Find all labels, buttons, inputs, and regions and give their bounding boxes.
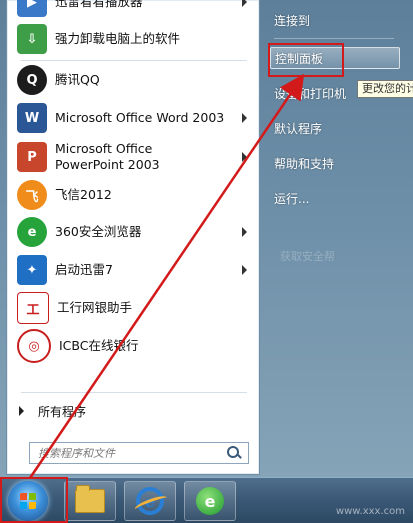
program-label: 强力卸载电脑上的软件 bbox=[55, 31, 181, 46]
program-item-icbc-helper[interactable]: 工 工行网银助手 bbox=[11, 291, 255, 325]
program-label: 迅雷看看播放器 bbox=[55, 0, 143, 9]
program-item-qq[interactable]: Q 腾讯QQ bbox=[11, 63, 255, 97]
annotation-box-start-button bbox=[0, 477, 68, 523]
program-label: 飞信2012 bbox=[55, 187, 112, 202]
submenu-arrow-icon bbox=[242, 0, 247, 7]
powerpoint-icon: P bbox=[17, 142, 47, 172]
program-item-uninstall[interactable]: ⇩ 强力卸载电脑上的软件 bbox=[11, 22, 255, 56]
icbc-helper-icon: 工 bbox=[17, 292, 49, 324]
program-item-360-browser[interactable]: e 360安全浏览器 bbox=[11, 215, 255, 249]
all-programs-label: 所有程序 bbox=[38, 404, 87, 419]
program-label: 360安全浏览器 bbox=[55, 224, 142, 239]
program-label: 腾讯QQ bbox=[55, 72, 100, 87]
right-item-label: 连接到 bbox=[274, 13, 311, 28]
thunder-icon: ✦ bbox=[17, 255, 47, 285]
program-label: 工行网银助手 bbox=[57, 300, 133, 315]
program-item-word[interactable]: W Microsoft Office Word 2003 bbox=[11, 101, 255, 135]
360-browser-icon: e bbox=[196, 487, 224, 515]
submenu-arrow-icon bbox=[242, 265, 247, 275]
right-item-connect-to[interactable]: 连接到 bbox=[270, 9, 400, 31]
fetion-icon: 飞 bbox=[17, 180, 47, 210]
qq-penguin-icon: Q bbox=[17, 65, 47, 95]
submenu-arrow-icon bbox=[242, 152, 247, 162]
search-box[interactable] bbox=[29, 442, 249, 464]
program-label: Microsoft Office PowerPoint 2003 bbox=[55, 141, 160, 172]
right-item-label: 帮助和支持 bbox=[274, 156, 335, 171]
right-item-label: 设备和打印机 bbox=[274, 86, 347, 101]
program-item-thunder[interactable]: ✦ 启动迅雷7 bbox=[11, 253, 255, 287]
taskbar-360-browser-button[interactable]: e bbox=[184, 481, 236, 521]
360-browser-icon: e bbox=[17, 217, 47, 247]
xunlei-player-icon: ▶ bbox=[17, 0, 47, 17]
taskbar-explorer-button[interactable] bbox=[64, 481, 116, 521]
right-item-help-support[interactable]: 帮助和支持 bbox=[270, 152, 400, 174]
taskbar-ie-button[interactable]: e bbox=[124, 481, 176, 521]
divider bbox=[274, 38, 394, 39]
annotation-box-control-panel bbox=[268, 43, 344, 77]
program-item-powerpoint[interactable]: P Microsoft Office PowerPoint 2003 bbox=[11, 138, 255, 176]
program-label: ICBC在线银行 bbox=[59, 338, 139, 353]
right-item-run[interactable]: 运行... bbox=[270, 187, 400, 209]
submenu-arrow-icon bbox=[242, 227, 247, 237]
divider bbox=[21, 392, 247, 393]
folder-icon bbox=[75, 485, 105, 513]
program-label: Microsoft Office Word 2003 bbox=[55, 110, 225, 125]
triangle-right-icon bbox=[19, 406, 24, 416]
icbc-logo-icon: ◎ bbox=[17, 329, 51, 363]
uninstall-icon: ⇩ bbox=[17, 24, 47, 54]
watermark: www.xxx.com bbox=[335, 506, 405, 517]
control-panel-tooltip: 更改您的计 bbox=[357, 80, 413, 98]
program-label: 启动迅雷7 bbox=[55, 262, 113, 277]
word-icon: W bbox=[17, 103, 47, 133]
all-programs-button[interactable]: 所有程序 bbox=[19, 400, 86, 422]
program-item-icbc-online[interactable]: ◎ ICBC在线银行 bbox=[11, 329, 255, 363]
right-item-label: 运行... bbox=[274, 191, 310, 206]
start-menu-program-list: ▶ 迅雷看看播放器 ⇩ 强力卸载电脑上的软件 Q 腾讯QQ W Microsof… bbox=[6, 0, 260, 475]
ie-icon: e bbox=[136, 487, 164, 515]
search-icon[interactable] bbox=[226, 445, 242, 461]
program-item-xunlei-player[interactable]: ▶ 迅雷看看播放器 bbox=[11, 0, 255, 17]
divider bbox=[21, 60, 247, 61]
faint-text: 获取安全帮 bbox=[280, 250, 335, 263]
search-input[interactable] bbox=[36, 445, 226, 461]
submenu-arrow-icon bbox=[242, 113, 247, 123]
right-item-label: 默认程序 bbox=[274, 121, 323, 136]
program-item-fetion[interactable]: 飞 飞信2012 bbox=[11, 178, 255, 212]
right-item-default-programs[interactable]: 默认程序 bbox=[270, 117, 400, 139]
